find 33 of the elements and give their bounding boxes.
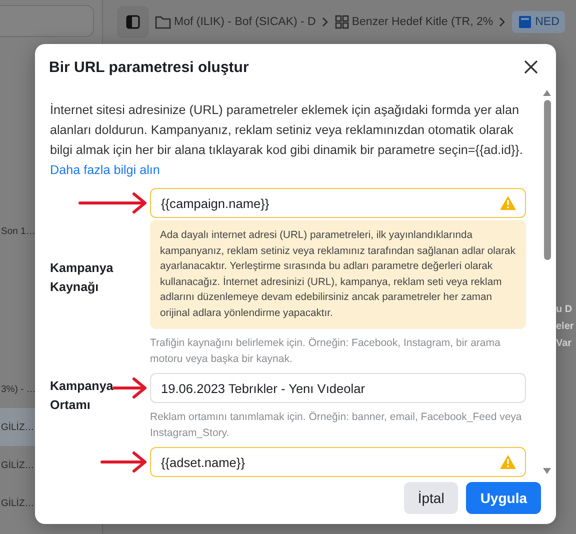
scroll-up-icon[interactable] — [543, 90, 551, 96]
text-field[interactable]: {{campaign.name}} — [150, 188, 526, 218]
preview-text: u D — [556, 304, 574, 315]
preview-text: Var — [556, 338, 573, 349]
text-field[interactable]: 19.06.2023 Tebrıkler - Yenı Vıdeolar — [150, 373, 526, 403]
field-label: Kampanya Kaynağı — [50, 260, 114, 296]
scroll-down-icon[interactable] — [543, 468, 551, 474]
panel-icon — [126, 15, 140, 29]
ad-icon — [518, 15, 532, 29]
breadcrumb-link[interactable]: Benzer Hedef Kitle (TR, 2% — [334, 15, 494, 29]
close-button[interactable] — [522, 58, 540, 76]
sidebar-toggle-button[interactable] — [117, 6, 149, 38]
scrollbar-thumb[interactable] — [544, 100, 550, 260]
intro-paragraph: İnternet sitesi adresinize (URL) parametreler eklemek için aşağıdaki formda yer alan alanları doldurun. Kampanyanız, reklam setiniz veya reklamınızdan otomatik olarak bilgi almak için her bir alana tıklayarak kod gibi dinamik bir parametre seçin={{ad.id}}. Daha fazla bilgi alın — [50, 102, 524, 179]
apply-button[interactable]: Uygula — [466, 482, 541, 514]
learn-more-link[interactable]: Daha fazla bilgi alın — [50, 163, 160, 177]
warning-notice: Ada dayalı internet adresi (URL) parametreleri, ilk yayınlandıklarında kampanyanız, reklam setiniz veya reklamınız tarafından sağlanan adlar olarak ayarlanacaktır. Yerleştirme sırasında bu adları parametre değerleri olarak kullanacağız. İnternet adresinizi (URL), kampanya, reklam seti veya reklam adlarını düzenlemeye devam edebilirsiniz ancak parametreler her zaman orijinal adlara yönlendirme yapacaktır. — [150, 220, 526, 329]
breadcrumb-link[interactable]: Mof (ILIK) - Bof (SICAK) - D — [155, 15, 316, 29]
warning-icon — [500, 196, 516, 210]
breadcrumb-link[interactable]: NED — [512, 11, 566, 33]
help-text: Trafiğin kaynağını belirlemek için. Örneğin: Facebook, Instagram, bir arama motoru veya başka bir kaynak. — [150, 336, 502, 367]
grid-icon — [334, 15, 349, 29]
folder-icon — [155, 15, 171, 29]
text-field[interactable]: {{adset.name}} — [150, 447, 526, 477]
field-label: Kampanya Ortamı — [50, 378, 114, 414]
warning-icon — [500, 455, 516, 469]
preview-text: eler — [556, 321, 575, 332]
chevron-icon — [322, 17, 329, 27]
search-field[interactable] — [0, 5, 94, 37]
help-text: Reklam ortamını tanımlamak için. Örneğin: banner, email, Facebook_Feed veya Instagram_Story. — [150, 410, 523, 441]
dialog-title: Bir URL parametresi oluştur — [49, 58, 249, 76]
cancel-button[interactable]: İptal — [404, 482, 458, 514]
chevron-icon — [499, 17, 506, 27]
